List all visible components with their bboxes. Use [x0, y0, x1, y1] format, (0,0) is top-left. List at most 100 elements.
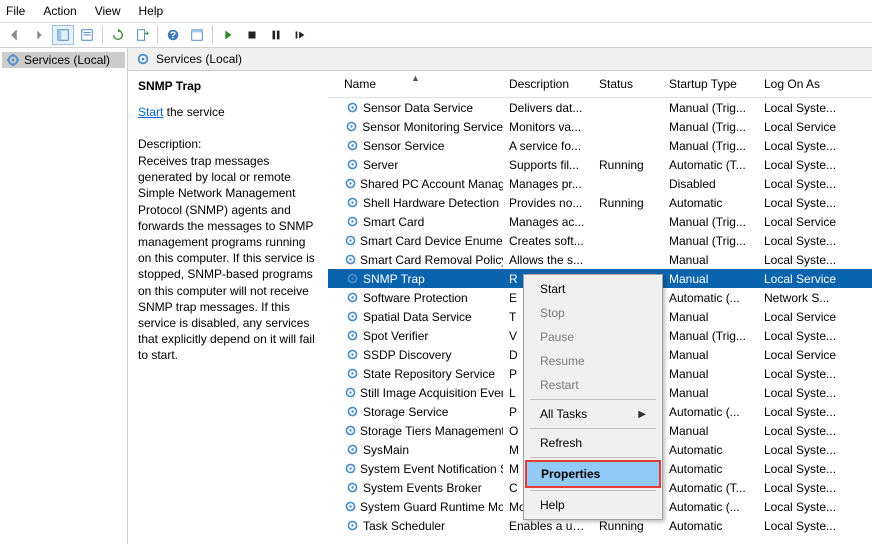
gear-icon [344, 310, 360, 323]
cell-logon: Local Syste... [758, 481, 848, 495]
table-row[interactable]: Sensor ServiceA service fo...Manual (Tri… [328, 136, 872, 155]
col-status[interactable]: Status [593, 75, 663, 93]
ctx-refresh[interactable]: Refresh [526, 431, 660, 455]
pause-button[interactable] [265, 25, 287, 45]
export-button[interactable] [76, 25, 98, 45]
table-row[interactable]: Shared PC Account ManagerManages pr...Di… [328, 174, 872, 193]
cell-logon: Local Syste... [758, 462, 848, 476]
cell-name: Server [363, 158, 398, 172]
cell-name: Sensor Monitoring Service [362, 120, 503, 134]
cell-description: A service fo... [503, 139, 593, 153]
ctx-pause[interactable]: Pause [526, 325, 660, 349]
cell-logon: Local Syste... [758, 443, 848, 457]
cell-description: Creates soft... [503, 234, 593, 248]
play-button[interactable] [217, 25, 239, 45]
table-row[interactable]: Smart CardManages ac...Manual (Trig...Lo… [328, 212, 872, 231]
menu-action[interactable]: Action [43, 4, 76, 18]
gear-icon [344, 291, 360, 304]
cell-logon: Local Service [758, 120, 848, 134]
table-row[interactable]: Sensor Monitoring ServiceMonitors va...M… [328, 117, 872, 136]
cell-name: Storage Tiers Management [360, 424, 503, 438]
col-log-on-as[interactable]: Log On As [758, 75, 848, 93]
cell-name: SysMain [363, 443, 409, 457]
ctx-restart[interactable]: Restart [526, 373, 660, 397]
col-description[interactable]: Description [503, 75, 593, 93]
refresh-button[interactable] [107, 25, 129, 45]
cell-logon: Local Syste... [758, 405, 848, 419]
forward-button[interactable] [28, 25, 50, 45]
table-row[interactable]: Smart Card Removal PolicyAllows the s...… [328, 250, 872, 269]
cell-startup: Manual (Trig... [663, 120, 758, 134]
menu-file[interactable]: File [6, 4, 25, 18]
ctx-resume[interactable]: Resume [526, 349, 660, 373]
cell-description: Provides no... [503, 196, 593, 210]
gear-icon [344, 196, 360, 209]
cell-startup: Automatic [663, 443, 758, 457]
gear-icon [344, 253, 357, 266]
show-hide-tree-button[interactable] [52, 25, 74, 45]
cell-logon: Local Syste... [758, 519, 848, 533]
cell-description: Manages ac... [503, 215, 593, 229]
gear-icon [344, 272, 360, 285]
col-name[interactable]: ▲Name [328, 75, 503, 93]
tree-item-services-local[interactable]: Services (Local) [2, 52, 125, 68]
cell-startup: Manual (Trig... [663, 329, 758, 343]
cell-logon: Local Syste... [758, 177, 848, 191]
gear-icon [344, 139, 360, 152]
table-row[interactable]: Sensor Data ServiceDelivers dat...Manual… [328, 98, 872, 117]
cell-status: Running [593, 196, 663, 210]
export-list-button[interactable] [131, 25, 153, 45]
gear-icon [344, 120, 359, 133]
gear-icon [344, 462, 357, 475]
cell-logon: Local Syste... [758, 500, 848, 514]
cell-name: Smart Card [363, 215, 424, 229]
gear-icon [344, 348, 360, 361]
cell-name: SSDP Discovery [363, 348, 451, 362]
stop-button[interactable] [241, 25, 263, 45]
cell-logon: Local Service [758, 348, 848, 362]
gear-icon [344, 481, 360, 494]
cell-startup: Automatic (T... [663, 481, 758, 495]
gear-icon [344, 367, 360, 380]
ctx-all-tasks[interactable]: All Tasks▶ [526, 402, 660, 426]
menu-help[interactable]: Help [139, 4, 164, 18]
start-link[interactable]: Start [138, 105, 163, 119]
svg-text:?: ? [170, 30, 176, 42]
gear-icon [344, 443, 360, 456]
back-button[interactable] [4, 25, 26, 45]
cell-startup: Manual [663, 367, 758, 381]
gear-icon [6, 53, 20, 67]
cell-logon: Local Syste... [758, 158, 848, 172]
cell-description: Enables a us... [503, 519, 593, 533]
description-label: Description: [138, 137, 318, 151]
cell-logon: Local Service [758, 215, 848, 229]
gear-icon [136, 52, 150, 66]
cell-logon: Local Syste... [758, 253, 848, 267]
cell-name: State Repository Service [363, 367, 495, 381]
properties-button[interactable] [186, 25, 208, 45]
cell-name: Sensor Data Service [363, 101, 473, 115]
help-button[interactable]: ? [162, 25, 184, 45]
cell-startup: Manual (Trig... [663, 234, 758, 248]
menu-view[interactable]: View [95, 4, 121, 18]
cell-logon: Local Syste... [758, 424, 848, 438]
ctx-start[interactable]: Start [526, 277, 660, 301]
sort-asc-icon: ▲ [411, 73, 420, 83]
col-startup-type[interactable]: Startup Type [663, 75, 758, 93]
table-row[interactable]: Smart Card Device Enumera...Creates soft… [328, 231, 872, 250]
cell-startup: Automatic (... [663, 405, 758, 419]
cell-startup: Automatic [663, 519, 758, 533]
restart-button[interactable] [289, 25, 311, 45]
table-row[interactable]: Shell Hardware DetectionProvides no...Ru… [328, 193, 872, 212]
ctx-properties[interactable]: Properties [525, 460, 661, 488]
cell-logon: Network S... [758, 291, 848, 305]
gear-icon [344, 329, 360, 342]
cell-logon: Local Syste... [758, 386, 848, 400]
cell-startup: Manual (Trig... [663, 101, 758, 115]
ctx-stop[interactable]: Stop [526, 301, 660, 325]
cell-logon: Local Syste... [758, 101, 848, 115]
ctx-help[interactable]: Help [526, 493, 660, 517]
cell-logon: Local Syste... [758, 234, 848, 248]
gear-icon [344, 158, 360, 171]
table-row[interactable]: ServerSupports fil...RunningAutomatic (T… [328, 155, 872, 174]
